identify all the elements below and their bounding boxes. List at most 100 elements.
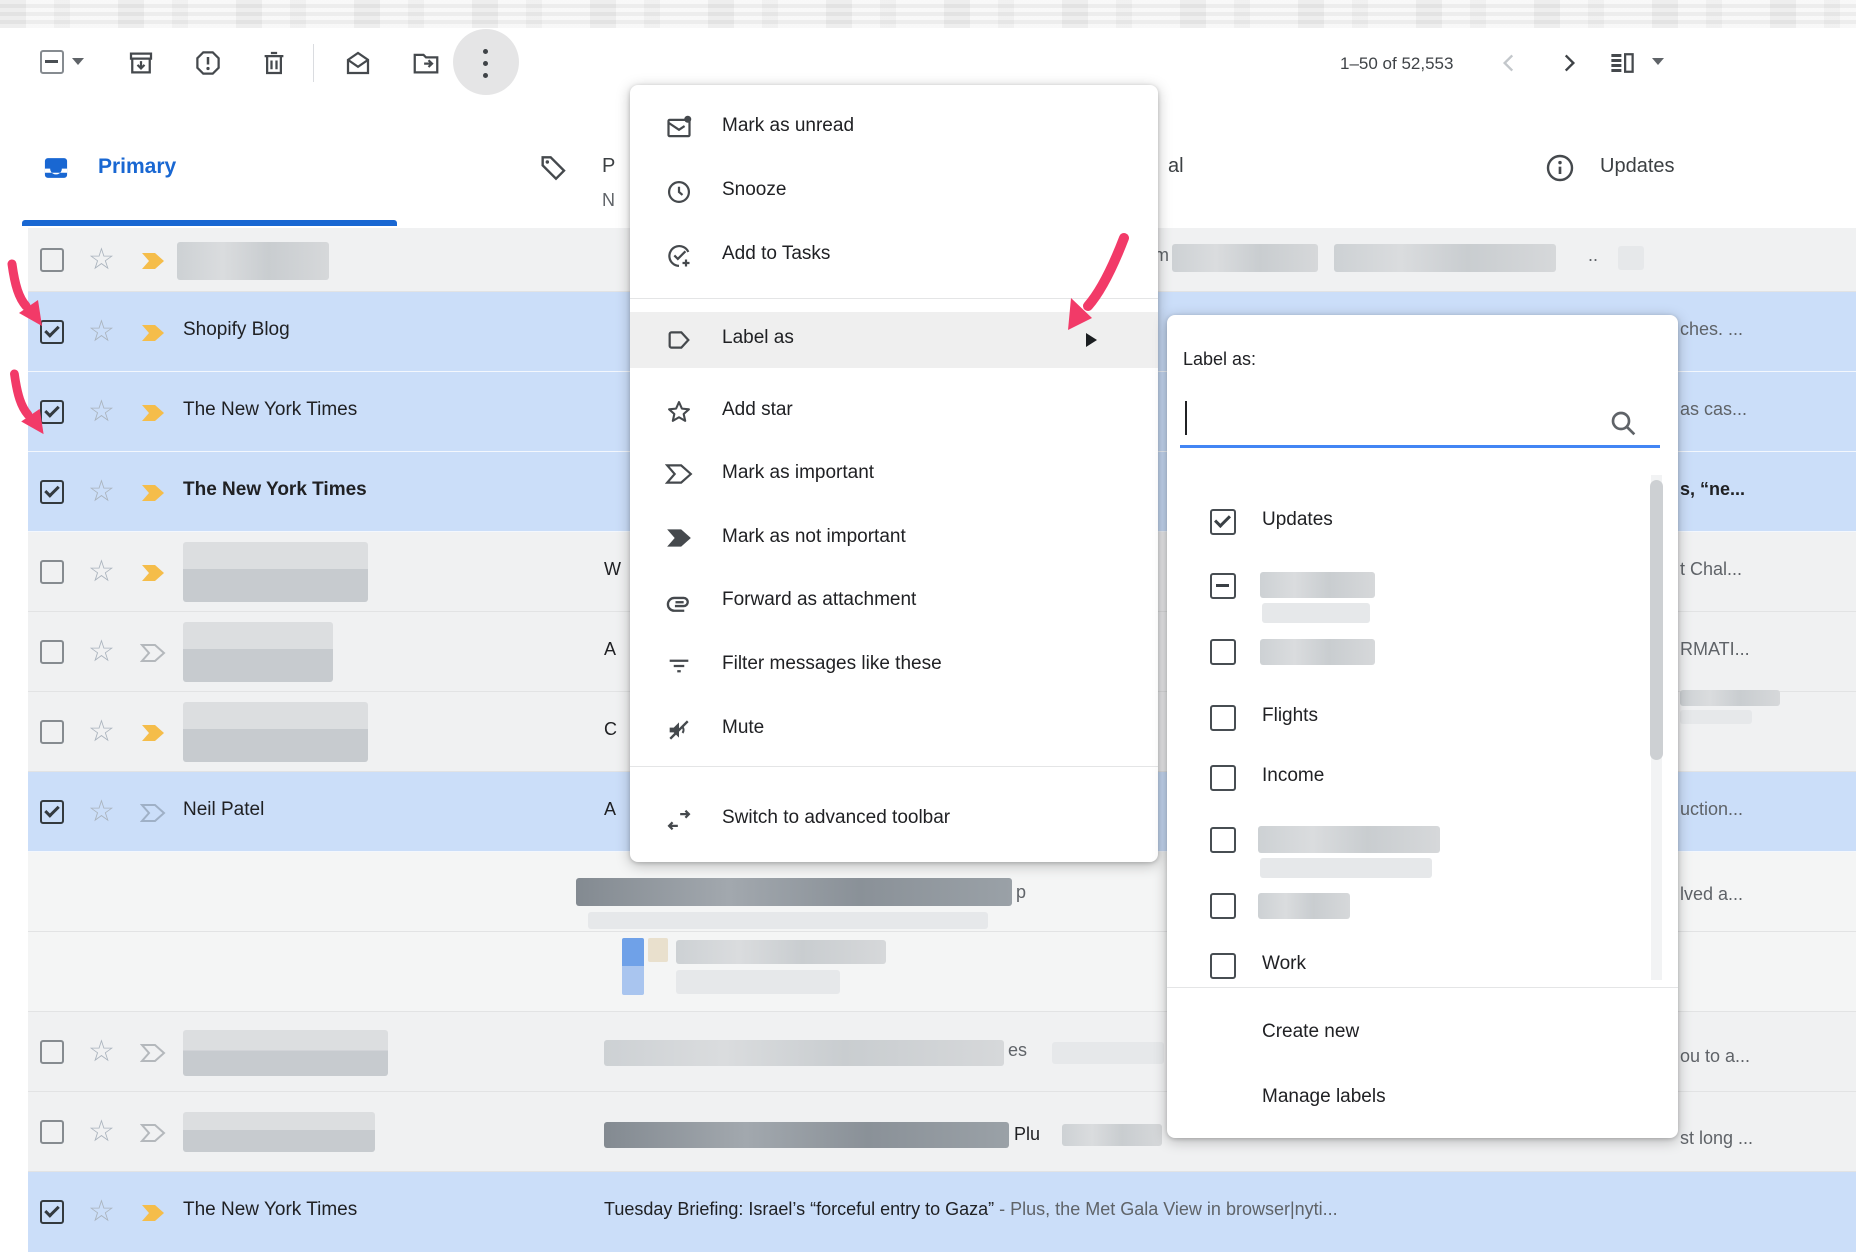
star-icon[interactable]: ☆ (88, 1038, 115, 1066)
blurred-subject (1334, 244, 1556, 272)
label-option-work[interactable]: Work (1262, 953, 1306, 975)
sender-name: Neil Patel (183, 799, 264, 821)
subject-fragment: p (1016, 882, 1026, 903)
tab-social[interactable]: al (1168, 155, 1184, 178)
row-checkbox[interactable] (40, 560, 64, 584)
not-important-marker-icon[interactable] (140, 1123, 166, 1143)
more-options-icon-dot (483, 73, 488, 78)
email-row-selected[interactable]: ☆ The New York Times Tuesday Briefing: I… (28, 1172, 1856, 1252)
row-checkbox-checked[interactable] (40, 1200, 64, 1224)
snippet-text: - Plus, the Met Gala View in browser|nyt… (994, 1199, 1337, 1219)
star-icon[interactable]: ☆ (88, 718, 115, 746)
star-icon[interactable]: ☆ (88, 798, 115, 826)
subject-fragment: C (604, 719, 617, 740)
star-icon[interactable]: ☆ (88, 478, 115, 506)
menu-item-label-as[interactable]: Label as (722, 327, 794, 349)
row-checkbox[interactable] (40, 720, 64, 744)
important-marker-icon[interactable] (140, 723, 166, 743)
blurred-subject (604, 1040, 1004, 1066)
blurred-subject (1062, 1124, 1162, 1146)
label-option-updates[interactable]: Updates (1262, 509, 1333, 531)
select-all-checkbox[interactable] (40, 50, 64, 74)
split-pane-caret[interactable] (1652, 58, 1664, 65)
blurred-label-name (1260, 639, 1375, 665)
important-marker-icon[interactable] (140, 483, 166, 503)
not-important-marker-icon[interactable] (140, 643, 166, 663)
important-marker-icon[interactable] (140, 1203, 166, 1223)
menu-item-add-to-tasks[interactable]: Add to Tasks (722, 243, 830, 265)
label-checkbox[interactable] (1210, 893, 1236, 919)
star-icon[interactable]: ☆ (88, 558, 115, 586)
tab-primary[interactable]: Primary (98, 155, 176, 179)
menu-item-mark-as-not-important[interactable]: Mark as not important (722, 526, 906, 548)
menu-item-forward-as-attachment[interactable]: Forward as attachment (722, 589, 916, 611)
older-page-icon[interactable] (1556, 50, 1582, 76)
star-icon[interactable]: ☆ (88, 246, 115, 274)
mark-not-important-icon (665, 527, 693, 549)
menu-item-mark-as-important[interactable]: Mark as important (722, 462, 874, 484)
not-important-marker-icon[interactable] (140, 803, 166, 823)
menu-item-switch-advanced-toolbar[interactable]: Switch to advanced toolbar (722, 807, 950, 829)
more-options-icon[interactable] (483, 49, 488, 54)
important-marker-icon[interactable] (140, 323, 166, 343)
tab-promotions[interactable]: P (602, 155, 615, 178)
label-as-submenu: Label as: Updates Flights Income (1167, 315, 1678, 1138)
label-option-flights[interactable]: Flights (1262, 705, 1318, 727)
menu-item-add-star[interactable]: Add star (722, 399, 793, 421)
blurred-subject (576, 878, 1012, 906)
mark-as-read-icon[interactable] (342, 48, 374, 78)
blurred-subject (604, 1122, 1009, 1148)
manage-labels[interactable]: Manage labels (1262, 1086, 1386, 1108)
blurred-sender (183, 542, 368, 602)
menu-item-mark-as-unread[interactable]: Mark as unread (722, 115, 854, 137)
blurred-preview (588, 912, 988, 929)
important-marker-icon[interactable] (140, 251, 166, 271)
blurred-sender (183, 622, 333, 682)
label-search-input[interactable] (1180, 395, 1660, 445)
archive-icon[interactable] (126, 48, 156, 78)
row-checkbox[interactable] (40, 640, 64, 664)
subject-fragment: A (604, 639, 616, 660)
star-icon[interactable]: ☆ (88, 1118, 115, 1146)
blurred-subject (1052, 1042, 1164, 1064)
label-option-income[interactable]: Income (1262, 765, 1324, 787)
blurred-label-name (1258, 826, 1440, 853)
label-checkbox-work[interactable] (1210, 953, 1236, 979)
label-checkbox-indeterminate[interactable] (1210, 573, 1236, 599)
snippet-fragment: uction... (1680, 799, 1743, 820)
star-icon[interactable]: ☆ (88, 1198, 115, 1226)
report-spam-icon[interactable] (193, 48, 223, 78)
create-new-label[interactable]: Create new (1262, 1021, 1359, 1043)
menu-item-snooze[interactable]: Snooze (722, 179, 786, 201)
select-dropdown-caret[interactable] (72, 58, 84, 65)
label-checkbox[interactable] (1210, 639, 1236, 665)
newer-page-icon[interactable] (1496, 50, 1522, 76)
row-checkbox-checked[interactable] (40, 480, 64, 504)
subject-fragment: A (604, 799, 616, 820)
row-checkbox[interactable] (40, 1120, 64, 1144)
label-checkbox-updates[interactable] (1210, 509, 1236, 535)
scrollbar-thumb[interactable] (1650, 480, 1663, 760)
promotions-tab-icon (538, 152, 570, 184)
label-checkbox-flights[interactable] (1210, 705, 1236, 731)
row-checkbox-checked[interactable] (40, 800, 64, 824)
not-important-marker-icon[interactable] (140, 1043, 166, 1063)
important-marker-icon[interactable] (140, 403, 166, 423)
star-icon[interactable]: ☆ (88, 318, 115, 346)
row-checkbox[interactable] (40, 1040, 64, 1064)
snippet-fragment: lved a... (1680, 884, 1743, 905)
mark-important-icon (665, 463, 693, 485)
delete-icon[interactable] (259, 48, 289, 78)
star-icon[interactable]: ☆ (88, 638, 115, 666)
move-to-icon[interactable] (410, 48, 442, 78)
label-checkbox-income[interactable] (1210, 765, 1236, 791)
sender-name: Shopify Blog (183, 319, 290, 341)
label-checkbox[interactable] (1210, 827, 1236, 853)
menu-item-filter-messages[interactable]: Filter messages like these (722, 653, 942, 675)
important-marker-icon[interactable] (140, 563, 166, 583)
menu-item-mute[interactable]: Mute (722, 717, 764, 739)
subject-fragment: Plu (1014, 1124, 1040, 1145)
star-icon[interactable]: ☆ (88, 398, 115, 426)
tab-updates[interactable]: Updates (1600, 155, 1675, 178)
split-pane-icon[interactable] (1606, 48, 1638, 78)
